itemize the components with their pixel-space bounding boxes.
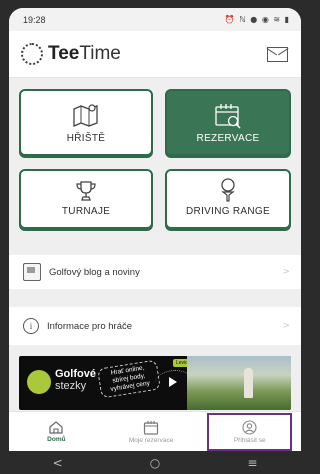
system-back-button[interactable]: < bbox=[53, 456, 63, 470]
app-header: Tee Time bbox=[9, 31, 301, 78]
envelope-icon[interactable] bbox=[267, 46, 288, 62]
nav-my-reservations-label: Moje rezervace bbox=[128, 436, 174, 444]
golfer-figure bbox=[244, 368, 253, 398]
chevron-right-icon: > bbox=[282, 267, 290, 277]
tile-driving-range-label: DRIVING RANGE bbox=[186, 206, 270, 217]
banner-title: Golfové bbox=[55, 368, 96, 380]
info-icon: i bbox=[23, 318, 39, 334]
tile-driving-range[interactable]: DRIVING RANGE bbox=[165, 169, 291, 229]
nav-my-reservations[interactable]: Moje rezervace bbox=[104, 412, 199, 451]
user-icon bbox=[242, 420, 257, 435]
tile-courses-label: HŘIŠTĚ bbox=[66, 133, 106, 144]
tile-reservations[interactable]: REZERVACE bbox=[165, 89, 291, 156]
nav-home[interactable]: Domů bbox=[9, 412, 104, 451]
tile-tournaments[interactable]: TURNAJE bbox=[19, 169, 153, 229]
teetime-logo-icon bbox=[21, 43, 43, 65]
tile-reservations-label: REZERVACE bbox=[196, 133, 260, 144]
course-map-icon bbox=[73, 104, 98, 127]
golf-trails-logo-icon bbox=[27, 370, 51, 394]
system-home-button[interactable]: ○ bbox=[150, 456, 160, 470]
list-item-player-info-label: Informace pro hráče bbox=[47, 320, 133, 332]
tile-courses[interactable]: HŘIŠTĚ bbox=[19, 89, 153, 156]
banner-subtitle: stezky bbox=[55, 380, 87, 392]
golf-ball-tee-icon bbox=[221, 178, 235, 202]
calendar-search-icon bbox=[215, 104, 241, 129]
play-icon bbox=[169, 377, 177, 387]
system-navigation-bar: < ○ ≡ bbox=[9, 451, 301, 474]
banner-tagline: Hrať online, sbírej body, vyhrávej ceny bbox=[97, 359, 161, 399]
nav-login-label: Přihlásit se bbox=[233, 437, 266, 444]
system-recents-button[interactable]: ≡ bbox=[247, 456, 257, 470]
golfer-photo bbox=[187, 356, 291, 410]
brand-name-bold: Tee bbox=[48, 43, 80, 64]
newspaper-icon bbox=[23, 263, 41, 281]
status-bar: 19:28 ⏰ ℕ ● ◉ ≋ ▮ bbox=[9, 8, 301, 31]
home-icon bbox=[49, 421, 63, 434]
app-screen: 19:28 ⏰ ℕ ● ◉ ≋ ▮ Tee Time HŘIŠTĚ REZERV… bbox=[9, 8, 301, 451]
status-icons: ⏰ ℕ ● ◉ ≋ ▮ bbox=[224, 15, 290, 24]
tile-tournaments-label: TURNAJE bbox=[61, 206, 111, 217]
chevron-right-icon: > bbox=[282, 321, 290, 331]
phone-frame: 19:28 ⏰ ℕ ● ◉ ≋ ▮ Tee Time HŘIŠTĚ REZERV… bbox=[0, 0, 310, 474]
golf-trails-banner[interactable]: Golfové stezky Hrať online, sbírej body,… bbox=[19, 356, 291, 410]
list-item-blog[interactable]: Golfový blog a noviny > bbox=[9, 255, 301, 289]
status-time: 19:28 bbox=[23, 14, 46, 25]
calendar-icon bbox=[143, 420, 159, 435]
bottom-navigation: Domů Moje rezervace Přihlásit se bbox=[9, 411, 301, 451]
trophy-icon bbox=[76, 181, 96, 201]
brand-logo: Tee Time bbox=[21, 43, 121, 65]
nav-home-label: Domů bbox=[47, 436, 66, 443]
nav-login[interactable]: Přihlásit se bbox=[207, 413, 292, 451]
list-item-blog-label: Golfový blog a noviny bbox=[49, 266, 140, 278]
brand-name-light: Time bbox=[79, 43, 121, 64]
list-item-player-info[interactable]: i Informace pro hráče > bbox=[9, 307, 301, 345]
